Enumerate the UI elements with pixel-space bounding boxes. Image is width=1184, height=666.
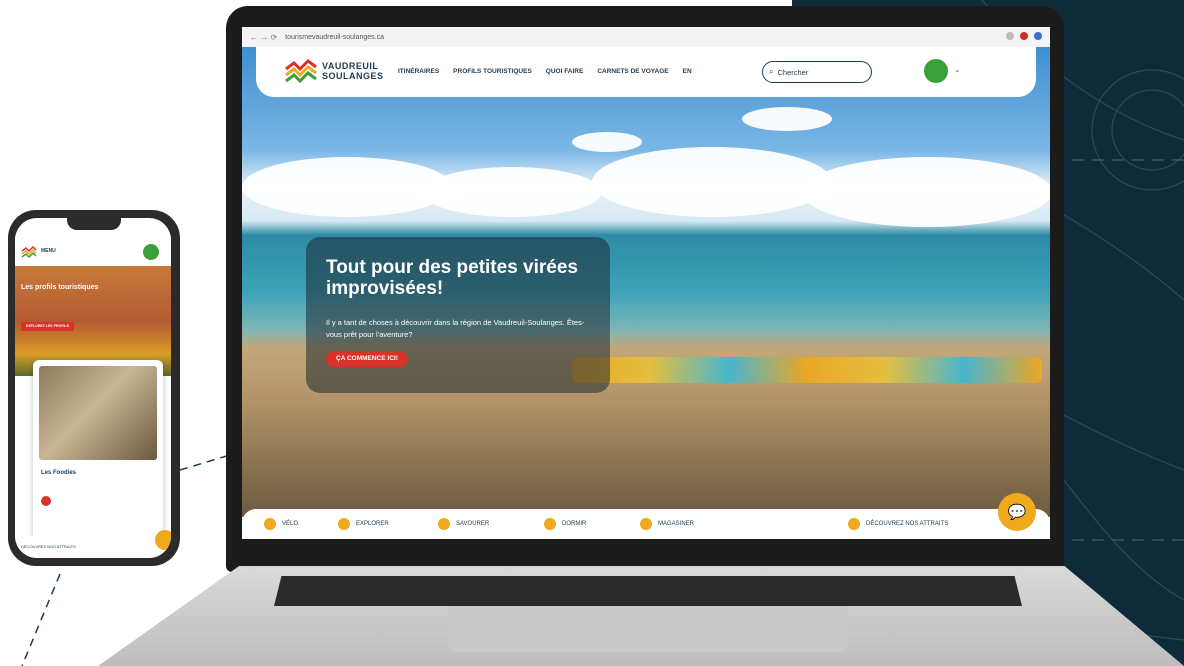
main-menu: ITINÉRAIRES PROFILS TOURISTIQUES QUOI FA…	[398, 68, 692, 75]
bed-icon	[544, 518, 556, 530]
category-label: MAGASINER	[658, 521, 695, 527]
address-bar[interactable]: tourismevaudreuil-soulanges.ca	[285, 34, 384, 41]
phone-discover-label[interactable]: DÉCOUVREZ NOS ATTRAITS	[21, 544, 76, 549]
chat-bubble-icon: 💬	[1007, 504, 1027, 521]
laptop-keyboard	[274, 576, 1022, 606]
category-label: VÉLO	[282, 521, 299, 527]
hero-cta-button[interactable]: ÇA COMMENCE ICI!	[326, 351, 408, 367]
chevron-down-icon[interactable]: ⌄	[954, 65, 961, 74]
cloud	[422, 167, 602, 217]
pedal-boats	[572, 357, 1042, 383]
phone-footer: DÉCOUVREZ NOS ATTRAITS	[15, 536, 171, 558]
utensils-icon	[438, 518, 450, 530]
hero-card: Tout pour des petites virées improvisées…	[306, 237, 610, 393]
cloud	[242, 157, 452, 217]
chat-button[interactable]	[155, 530, 171, 550]
hero-banner: Tout pour des petites virées improvisées…	[242, 47, 1050, 517]
phone-notch	[67, 218, 121, 230]
phone-header: MENU	[15, 232, 171, 266]
category-explorer[interactable]: EXPLORER	[338, 518, 389, 530]
logo-icon[interactable]	[21, 246, 37, 258]
discover-all-link[interactable]: DÉCOUVREZ NOS ATTRAITS	[848, 518, 948, 530]
menu-item-itineraires[interactable]: ITINÉRAIRES	[398, 68, 439, 75]
cart-icon	[640, 518, 652, 530]
cloud	[592, 147, 832, 217]
browser-extensions	[1006, 32, 1042, 40]
bike-icon	[264, 518, 276, 530]
menu-item-profils[interactable]: PROFILS TOURISTIQUES	[453, 68, 532, 75]
profile-card[interactable]: Les Foodies	[33, 360, 163, 556]
phone-hero-button[interactable]: EXPLOREZ LES PROFILS	[21, 322, 74, 331]
laptop-trackpad	[448, 606, 848, 652]
user-avatar[interactable]	[924, 59, 948, 83]
phone-menu-button[interactable]: MENU	[41, 248, 56, 254]
category-magasiner[interactable]: MAGASINER	[640, 518, 694, 530]
category-label: DORMIR	[562, 521, 587, 527]
logo-line-2: SOULANGES	[322, 71, 384, 81]
search-placeholder: Chercher	[777, 67, 809, 77]
category-velo[interactable]: VÉLO	[264, 518, 298, 530]
profile-card-title: Les Foodies	[41, 470, 77, 476]
menu-item-quoi-faire[interactable]: QUOI FAIRE	[546, 68, 584, 75]
phone-screen: MENU Les profils touristiques EXPLOREZ L…	[15, 218, 171, 558]
category-label: SAVOURER	[456, 521, 490, 527]
profile-icon[interactable]	[1034, 32, 1042, 40]
menu-item-language[interactable]: EN	[683, 68, 692, 75]
discover-all-label: DÉCOUVREZ NOS ATTRAITS	[866, 521, 949, 527]
logo-text[interactable]: VAUDREUIL SOULANGES	[322, 61, 384, 81]
map-pin-icon	[848, 518, 860, 530]
star-icon[interactable]	[1006, 32, 1014, 40]
category-dormir[interactable]: DORMIR	[544, 518, 586, 530]
search-icon: ⌕	[769, 67, 774, 76]
logo-line-1: VAUDREUIL	[322, 61, 379, 71]
extension-icon[interactable]	[1020, 32, 1028, 40]
user-avatar[interactable]	[143, 244, 159, 260]
chat-button[interactable]: 💬	[998, 493, 1036, 531]
hero-title: Tout pour des petites virées improvisées…	[326, 257, 578, 299]
phone-hero-title: Les profils touristiques	[21, 284, 99, 291]
site-header: VAUDREUIL SOULANGES ITINÉRAIRES PROFILS …	[256, 47, 1036, 97]
logo-icon[interactable]	[284, 59, 318, 85]
browser-toolbar: ← → ⟳ tourismevaudreuil-soulanges.ca	[242, 27, 1050, 48]
cloud	[742, 107, 832, 131]
laptop-screen: ← → ⟳ tourismevaudreuil-soulanges.ca Tou…	[242, 27, 1050, 539]
back-forward-icon[interactable]: ← → ⟳	[250, 33, 277, 42]
hero-subtitle: Il y a tant de choses à découvrir dans l…	[326, 318, 585, 339]
food-photo	[39, 366, 157, 460]
search-input[interactable]: ⌕ Chercher	[762, 61, 872, 83]
cloud	[572, 132, 642, 152]
category-bar: VÉLO EXPLORER SAVOURER DORMIR MAGASINER …	[242, 509, 1050, 539]
cloud	[802, 157, 1050, 227]
card-arrow-icon[interactable]	[41, 496, 51, 506]
category-savourer[interactable]: SAVOURER	[438, 518, 489, 530]
menu-item-carnets[interactable]: CARNETS DE VOYAGE	[597, 68, 668, 75]
category-label: EXPLORER	[356, 521, 389, 527]
compass-icon	[338, 518, 350, 530]
